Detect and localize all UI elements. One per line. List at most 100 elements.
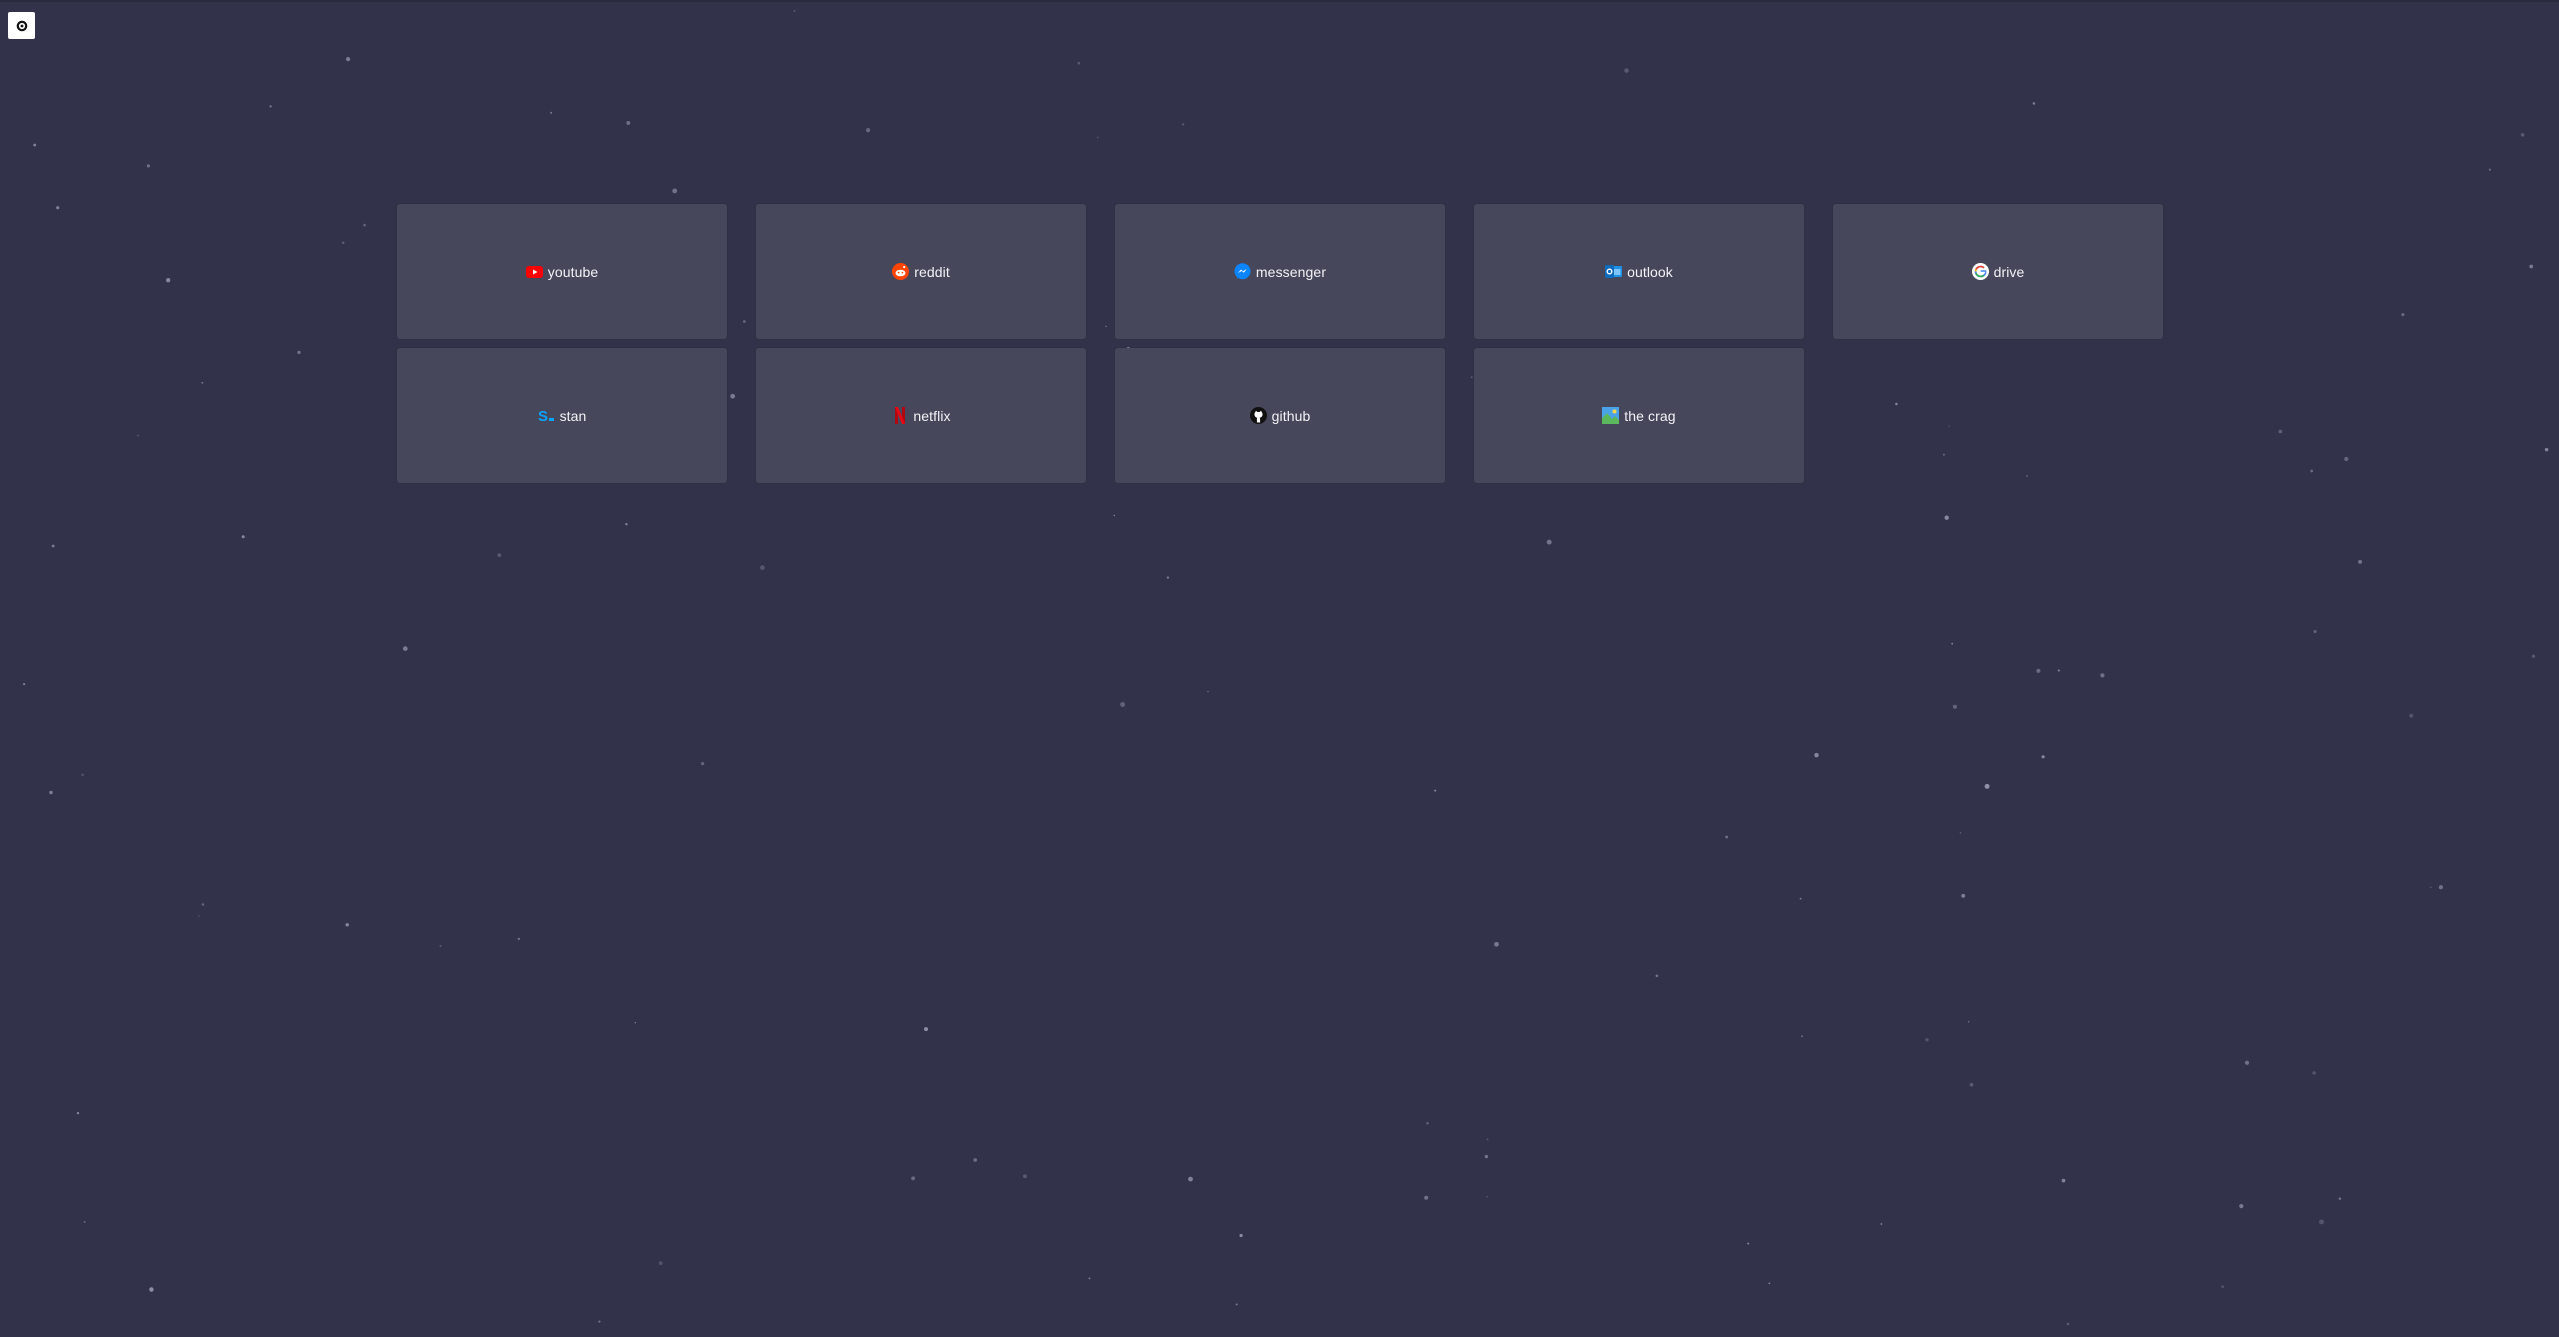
tile-messenger[interactable]: messenger	[1115, 204, 1445, 339]
star	[1424, 1195, 1429, 1200]
star	[2520, 132, 2525, 137]
starfield-background	[22, 10, 2549, 1326]
star	[2529, 264, 2534, 269]
star	[1959, 832, 1962, 834]
reddit-icon	[892, 263, 910, 280]
star	[76, 1111, 80, 1115]
star	[598, 1320, 601, 1323]
star	[550, 111, 553, 114]
star	[1624, 68, 1629, 73]
star	[1484, 1154, 1489, 1159]
tile-label: netflix	[913, 407, 951, 424]
star	[363, 223, 366, 227]
tile-content: the crag	[1602, 407, 1676, 424]
star	[1799, 897, 1802, 900]
star	[1182, 123, 1185, 126]
star	[1486, 1138, 1489, 1141]
star	[1023, 1174, 1027, 1179]
star	[1239, 1233, 1243, 1238]
tile-label: outlook	[1627, 263, 1673, 280]
star	[2244, 1060, 2250, 1065]
star	[924, 1027, 928, 1032]
star	[1655, 974, 1659, 978]
tile-github[interactable]: github	[1115, 348, 1445, 483]
star	[2488, 168, 2492, 171]
start-page: youtube reddit messenger outlook drive S…	[0, 0, 2559, 1337]
star	[1801, 1035, 1803, 1038]
star	[1546, 539, 1552, 545]
tile-label: the crag	[1624, 407, 1676, 424]
star	[2544, 447, 2549, 452]
star	[1961, 893, 1966, 898]
settings-button[interactable]	[8, 12, 35, 39]
tile-label: stan	[559, 407, 587, 424]
star	[1166, 576, 1170, 579]
star	[166, 278, 171, 283]
star	[51, 544, 55, 548]
tile-label: drive	[1993, 263, 2025, 280]
star	[1952, 704, 1957, 709]
star	[1967, 1021, 1970, 1023]
star	[2057, 669, 2060, 672]
star	[2531, 654, 2536, 658]
star	[1235, 1303, 1238, 1306]
tile-youtube[interactable]: youtube	[397, 204, 727, 339]
star	[297, 350, 301, 355]
tile-reddit[interactable]: reddit	[756, 204, 1086, 339]
tile-label: reddit	[914, 263, 950, 280]
tile-content: messenger	[1234, 263, 1326, 280]
tile-drive[interactable]: drive	[1833, 204, 2163, 339]
tile-content: S stan	[538, 407, 587, 425]
star	[911, 1176, 916, 1181]
star	[345, 923, 349, 927]
image-icon	[1602, 407, 1620, 424]
star	[1113, 514, 1116, 517]
star	[2338, 1197, 2342, 1200]
gear-icon	[16, 20, 27, 31]
star	[345, 56, 351, 62]
star	[81, 773, 84, 777]
star	[241, 535, 245, 539]
youtube-icon	[525, 263, 543, 280]
star	[149, 1287, 154, 1292]
tile-stan[interactable]: S stan	[397, 348, 727, 483]
star	[33, 143, 37, 147]
tile-label: messenger	[1255, 263, 1327, 280]
star	[2041, 755, 2045, 759]
star	[700, 761, 705, 766]
tile-content: outlook	[1605, 263, 1673, 280]
tile-content: netflix	[891, 407, 951, 424]
star	[2430, 886, 2432, 889]
star	[760, 565, 765, 570]
tile-the-crag[interactable]: the crag	[1474, 348, 1804, 483]
star	[1925, 1038, 1929, 1042]
star	[2310, 469, 2314, 473]
star	[2358, 559, 2363, 564]
star	[497, 553, 502, 558]
star	[1768, 1282, 1771, 1285]
stan-icon: S	[538, 407, 555, 424]
svg-text:S: S	[538, 408, 548, 424]
star	[625, 523, 628, 526]
star	[269, 105, 272, 108]
star	[672, 188, 678, 194]
star	[146, 164, 150, 168]
tile-outlook[interactable]: outlook	[1474, 204, 1804, 339]
star	[1434, 789, 1437, 792]
tile-netflix[interactable]: netflix	[756, 348, 1086, 483]
star	[2313, 629, 2317, 634]
star	[1814, 752, 1819, 758]
google-icon	[1971, 263, 1989, 280]
star	[201, 903, 205, 906]
star	[634, 1022, 637, 1024]
star	[1494, 941, 1499, 947]
outlook-icon	[1605, 263, 1623, 280]
tile-content: reddit	[892, 263, 950, 280]
star	[1747, 1242, 1750, 1245]
star	[658, 1261, 663, 1265]
star	[402, 646, 408, 651]
star	[341, 241, 345, 244]
star	[1426, 1121, 1429, 1125]
github-icon	[1249, 407, 1267, 424]
star	[2221, 1285, 2225, 1289]
